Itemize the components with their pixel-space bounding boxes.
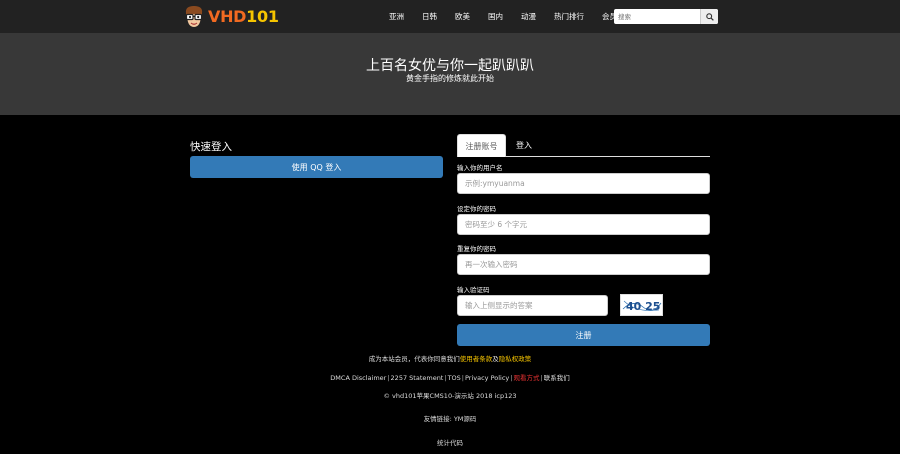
terms-notice: 成为本站会员，代表你同意我们使用者条款及隐私权政策 (0, 353, 900, 363)
copyright: © vhd101苹果CMS10-演示站 2018 icp123 (383, 392, 517, 400)
nav-item-domestic[interactable]: 国内 (488, 11, 503, 22)
footer-link-2257[interactable]: 2257 Statement (391, 374, 444, 382)
site-logo[interactable]: VHD101 (183, 3, 279, 30)
captcha-graphic: 40 25 (622, 300, 662, 313)
nav-item-japan-korea[interactable]: 日韩 (422, 11, 437, 22)
search-button[interactable] (700, 9, 718, 24)
register-submit-button[interactable]: 注册 (457, 324, 710, 346)
banner-title: 上百名女优与你一起趴趴趴 (366, 58, 534, 74)
captcha-image[interactable]: 40 25 (620, 294, 663, 316)
terms-prefix: 成为本站会员，代表你同意我们 (368, 355, 460, 363)
password-field[interactable] (457, 214, 710, 235)
footer-link-howto[interactable]: 观看方式 (514, 374, 540, 382)
footer-separator: | (540, 374, 543, 382)
confirm-password-field[interactable] (457, 254, 710, 275)
footer-separator: | (510, 374, 513, 382)
footer-links: DMCA Disclaimer|2257 Statement|TOS|Priva… (0, 372, 900, 382)
quick-login-title: 快速登入 (190, 141, 232, 153)
footer-link-privacy[interactable]: Privacy Policy (465, 374, 509, 382)
captcha-text: 40 25 (626, 300, 660, 313)
confirm-password-label: 重复你的密码 (457, 245, 496, 253)
auth-tabs: 注册账号 登入 (457, 134, 710, 157)
footer-separator: | (387, 374, 390, 382)
terms-link[interactable]: 使用者条款 (460, 355, 493, 363)
username-field[interactable] (457, 173, 710, 194)
username-label: 输入你的用户名 (457, 164, 503, 172)
logo-wordmark: VHD101 (208, 7, 279, 26)
footer-separator: | (461, 374, 464, 382)
footer-link-tos[interactable]: TOS (448, 374, 461, 382)
logo-text-vhd: VHD (208, 7, 247, 26)
banner-subtitle: 黄金手指的修炼就此开始 (406, 74, 494, 83)
nav-item-asia[interactable]: 亚洲 (389, 11, 404, 22)
nav-item-rankings[interactable]: 热门排行 (554, 11, 584, 22)
nav-item-western[interactable]: 欧美 (455, 11, 470, 22)
captcha-label: 输入验证码 (457, 286, 490, 294)
footer-separator: | (444, 374, 447, 382)
logo-text-101: 101 (246, 7, 279, 26)
search-box (614, 9, 718, 24)
qq-login-button[interactable]: 使用 QQ 登入 (190, 156, 443, 178)
footer-link-dmca[interactable]: DMCA Disclaimer (330, 374, 386, 382)
friend-links: 友情链接: YM源码 (0, 413, 900, 423)
footer-link-contact[interactable]: 联系我们 (544, 374, 570, 382)
search-icon (705, 12, 714, 21)
logo-face-icon (185, 5, 203, 27)
friend-link[interactable]: 友情链接: YM源码 (424, 415, 477, 423)
nav-item-anime[interactable]: 动漫 (521, 11, 536, 22)
main-nav: 亚洲 日韩 欧美 国内 动漫 热门排行 会员中心 (389, 0, 650, 33)
privacy-link[interactable]: 隐私权政策 (499, 355, 532, 363)
password-label: 设定你的密码 (457, 205, 496, 213)
stats-code: 统计代码 (437, 439, 463, 447)
captcha-field[interactable] (457, 295, 608, 316)
tab-login[interactable]: 登入 (509, 134, 539, 157)
search-input[interactable] (614, 9, 700, 24)
hero-banner: 上百名女优与你一起趴趴趴 黄金手指的修炼就此开始 (0, 33, 900, 115)
tab-register[interactable]: 注册账号 (457, 134, 506, 157)
site-header: VHD101 亚洲 日韩 欧美 国内 动漫 热门排行 会员中心 (0, 0, 900, 33)
